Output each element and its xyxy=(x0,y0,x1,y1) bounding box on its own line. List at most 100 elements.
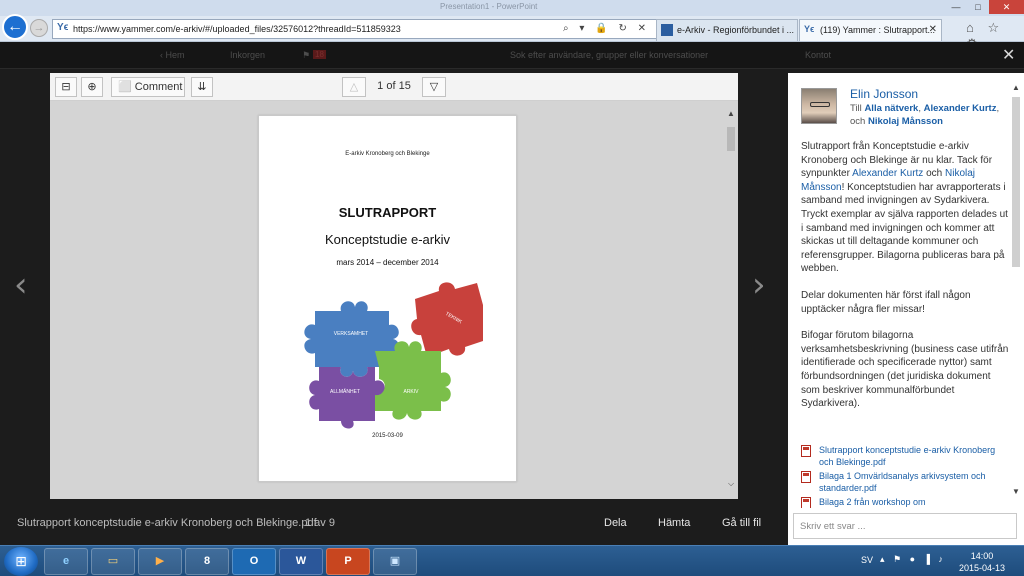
document-page: E-arkiv Kronoberg och Blekinge SLUTRAPPO… xyxy=(258,115,517,482)
thread-panel: Elin Jonsson Till Alla nätverk, Alexande… xyxy=(788,73,1024,545)
window-titlebar: Presentation1 - PowerPoint — □ ✕ xyxy=(0,0,1024,16)
scroll-up-icon[interactable]: ▲ xyxy=(726,109,736,118)
attachment-link[interactable]: Bilaga 1 Omvärldsanalys arkivsystem och … xyxy=(801,470,1011,494)
puzzle-piece-arkiv xyxy=(375,341,451,420)
site-favicon-icon: Yϵ xyxy=(57,22,69,33)
minimize-button[interactable]: — xyxy=(945,0,967,14)
attachment-link[interactable]: Bilaga 2 från workshop om xyxy=(801,496,1011,508)
attachment-label: Slutrapport konceptstudie e-arkiv Kronob… xyxy=(819,445,996,467)
powerpoint-icon[interactable]: P xyxy=(326,548,370,575)
taskbar: ⊞ e ▭ ▶ 8 O W P ▣ SV ▴ ⚑ ● ▐ ♪ 14:00 201… xyxy=(0,545,1024,576)
viewer-scrollbar[interactable]: ▲ ⌵ xyxy=(726,109,736,493)
maximize-button[interactable]: □ xyxy=(967,0,989,14)
close-lightbox-icon[interactable]: ✕ xyxy=(1002,45,1015,65)
recipient-link[interactable]: Nikolaj Månsson xyxy=(868,116,943,127)
page-title: SLUTRAPPORT xyxy=(338,205,437,220)
file-info-bar: Slutrapport konceptstudie e-arkiv Kronob… xyxy=(0,500,788,545)
yammer-flag-icon: ⚑ xyxy=(302,50,311,60)
scroll-thumb[interactable] xyxy=(727,127,735,151)
window-title: Presentation1 - PowerPoint xyxy=(440,2,538,11)
attachment-label: Bilaga 1 Omvärldsanalys arkivsystem och … xyxy=(819,471,986,493)
reply-input[interactable]: Skriv ett svar ... xyxy=(793,513,1017,539)
start-button[interactable]: ⊞ xyxy=(4,547,38,576)
comment-button[interactable]: ⬜ Comment xyxy=(111,77,185,97)
screen: Presentation1 - PowerPoint — □ ✕ ← → Yϵ … xyxy=(0,0,1024,576)
pdf-icon xyxy=(801,445,811,457)
forward-button[interactable]: → xyxy=(30,19,48,37)
go-to-file-link[interactable]: Gå till fil xyxy=(722,517,761,529)
media-player-icon[interactable]: ▶ xyxy=(138,548,182,575)
tab-e-arkiv[interactable]: e-Arkiv - Regionförbundet i ... xyxy=(656,19,798,41)
tab-label: (119) Yammer : Slutrapport... xyxy=(820,25,936,35)
attachment-link[interactable]: Slutrapport konceptstudie e-arkiv Kronob… xyxy=(801,444,1011,468)
pdf-icon xyxy=(801,497,811,508)
document-viewer: ⊟ ⊕ ⬜ Comment ⇊ △ 1 of 15 ▽ E-arkiv Kron… xyxy=(50,73,738,499)
thread-scrollbar[interactable]: ▲ ▼ xyxy=(1010,73,1022,505)
file-count: 1 av 9 xyxy=(305,517,335,529)
file-name: Slutrapport konceptstudie e-arkiv Kronob… xyxy=(17,517,317,529)
tab-favicon-icon xyxy=(661,24,673,36)
yammer-notification-badge: 18 xyxy=(313,50,326,59)
message-paragraph: Bifogar förutom bilagorna verksamhetsbes… xyxy=(801,330,1009,410)
clock-date: 2015-04-13 xyxy=(958,563,1006,573)
address-tools-icons[interactable]: ⌕ ▾ 🔒 ↻ ✕ xyxy=(563,23,650,34)
message-paragraph: Delar dokumenten här först ifall någon u… xyxy=(801,289,971,315)
avatar-glasses xyxy=(810,102,830,107)
puzzle-illustration: VERKSAMHET TEKNIK ALLMÄNHET ARKIV xyxy=(304,282,483,429)
share-button[interactable]: Dela xyxy=(604,517,627,529)
url-text[interactable]: https://www.yammer.com/e-arkiv/#/uploade… xyxy=(73,24,401,34)
address-bar[interactable]: Yϵ https://www.yammer.com/e-arkiv/#/uplo… xyxy=(52,19,657,39)
scroll-down-icon[interactable]: ▼ xyxy=(1010,487,1022,496)
author-name[interactable]: Elin Jonsson xyxy=(850,87,918,101)
yammer-account-link: Kontot xyxy=(805,50,832,60)
photo-viewer-icon[interactable]: ▣ xyxy=(373,548,417,575)
puzzle-piece-teknik xyxy=(411,282,483,357)
clock[interactable]: 14:00 2015-04-13 xyxy=(955,550,1009,574)
tab-yammer[interactable]: Yϵ (119) Yammer : Slutrapport... ✕ xyxy=(799,19,942,41)
tab-close-icon[interactable]: ✕ xyxy=(929,24,937,35)
next-page-button[interactable]: ▽ xyxy=(422,77,446,97)
recipient-link[interactable]: Alexander Kurtz xyxy=(924,103,997,114)
keepass-icon[interactable]: 8 xyxy=(185,548,229,575)
scroll-up-icon[interactable]: ▲ xyxy=(1010,83,1022,92)
scroll-thumb[interactable] xyxy=(1012,97,1020,267)
puzzle-label-allmanhet: ALLMÄNHET xyxy=(330,388,360,395)
download-button[interactable]: ⇊ xyxy=(191,77,213,97)
attachment-label: Bilaga 2 från workshop om xyxy=(819,497,926,507)
pdf-icon xyxy=(801,471,811,483)
recipient-link[interactable]: Alla nätverk xyxy=(864,103,918,114)
recipients: Till Alla nätverk, Alexander Kurtz, och … xyxy=(850,102,1015,128)
language-indicator[interactable]: SV xyxy=(861,555,873,565)
outlook-icon[interactable]: O xyxy=(232,548,276,575)
download-link[interactable]: Hämta xyxy=(658,517,690,529)
page-header: E-arkiv Kronoberg och Blekinge xyxy=(345,151,430,157)
tab-label: e-Arkiv - Regionförbundet i ... xyxy=(677,25,795,35)
puzzle-label-arkiv: ARKIV xyxy=(403,389,419,395)
message-paragraph: Slutrapport från Konceptstudie e-arkiv K… xyxy=(801,140,1011,276)
yammer-search-placeholder: Sok efter användare, grupper eller konve… xyxy=(510,50,709,60)
zoom-in-button[interactable]: ⊕ xyxy=(81,77,103,97)
comment-icon: ⬜ xyxy=(118,81,132,93)
page-indicator: 1 of 15 xyxy=(377,80,411,92)
close-window-button[interactable]: ✕ xyxy=(989,0,1024,14)
file-explorer-icon[interactable]: ▭ xyxy=(91,548,135,575)
back-button[interactable]: ← xyxy=(2,14,28,40)
next-file-chevron-icon[interactable]: › xyxy=(752,265,766,305)
page-dates: mars 2014 – december 2014 xyxy=(336,258,439,267)
viewer-toolbar: ⊟ ⊕ ⬜ Comment ⇊ △ 1 of 15 ▽ xyxy=(50,73,738,101)
message-body: Slutrapport från Konceptstudie e-arkiv K… xyxy=(801,140,1011,424)
zoom-out-button[interactable]: ⊟ xyxy=(55,77,77,97)
internet-explorer-icon[interactable]: e xyxy=(44,548,88,575)
avatar[interactable] xyxy=(801,88,837,124)
word-icon[interactable]: W xyxy=(279,548,323,575)
yammer-favicon-icon: Yϵ xyxy=(804,24,815,34)
scroll-down-icon[interactable]: ⌵ xyxy=(726,479,736,489)
previous-page-button[interactable]: △ xyxy=(342,77,366,97)
previous-file-chevron-icon[interactable]: ‹ xyxy=(14,265,28,305)
comment-label: Comment xyxy=(134,81,183,93)
mention-link[interactable]: Alexander Kurtz xyxy=(852,168,923,179)
message-text: ! Konceptstudien har avrapporterats i sa… xyxy=(801,181,1008,275)
recipients-prefix: Till xyxy=(850,103,862,114)
system-tray-icons[interactable]: ▴ ⚑ ● ▐ ♪ xyxy=(880,554,946,565)
message-text: och xyxy=(923,168,945,180)
